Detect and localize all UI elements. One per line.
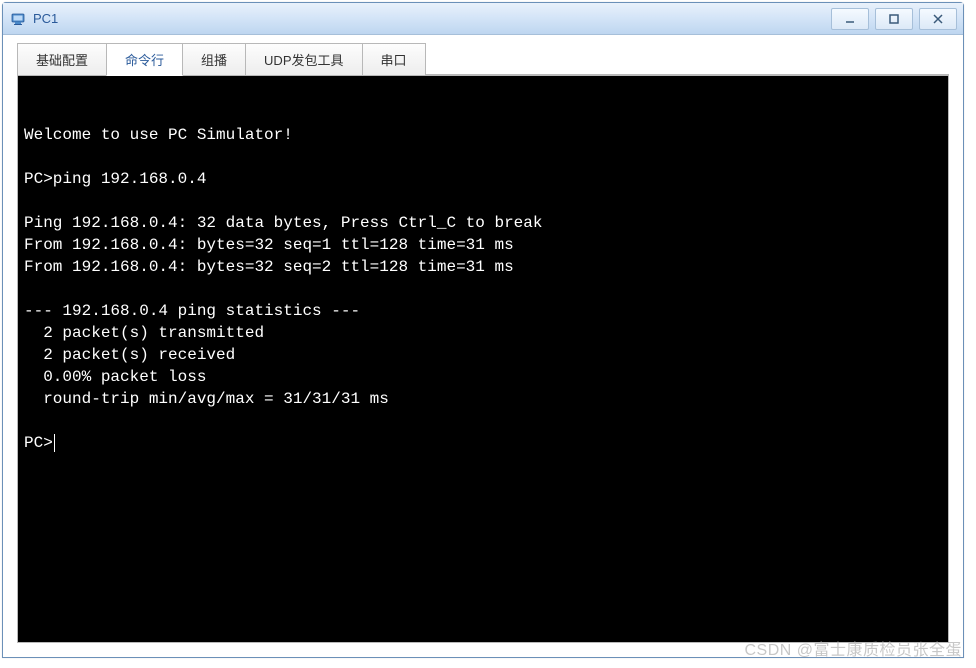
tab-label: 组播 (201, 53, 227, 68)
close-button[interactable] (919, 8, 957, 30)
window: PC1 基础配置 命令行 组播 UDP发包工具 串口 Welcome to us… (2, 2, 964, 658)
tab-strip: 基础配置 命令行 组播 UDP发包工具 串口 (17, 43, 949, 75)
tab-label: 基础配置 (36, 53, 88, 68)
tab-basic-config[interactable]: 基础配置 (17, 43, 107, 75)
tab-serial[interactable]: 串口 (362, 43, 426, 75)
tab-multicast[interactable]: 组播 (182, 43, 246, 75)
app-icon (9, 10, 27, 28)
window-controls (831, 8, 957, 30)
tab-udp-tool[interactable]: UDP发包工具 (245, 43, 362, 75)
terminal-output: Welcome to use PC Simulator! PC>ping 192… (24, 124, 942, 454)
terminal-cursor (54, 434, 55, 452)
client-area: 基础配置 命令行 组播 UDP发包工具 串口 Welcome to use PC… (3, 35, 963, 657)
tab-label: 命令行 (125, 53, 164, 68)
tab-label: UDP发包工具 (264, 53, 343, 68)
minimize-button[interactable] (831, 8, 869, 30)
maximize-button[interactable] (875, 8, 913, 30)
window-title: PC1 (33, 11, 831, 26)
tab-label: 串口 (381, 53, 407, 68)
terminal[interactable]: Welcome to use PC Simulator! PC>ping 192… (17, 75, 949, 643)
titlebar[interactable]: PC1 (3, 3, 963, 35)
tab-command-line[interactable]: 命令行 (106, 43, 183, 76)
